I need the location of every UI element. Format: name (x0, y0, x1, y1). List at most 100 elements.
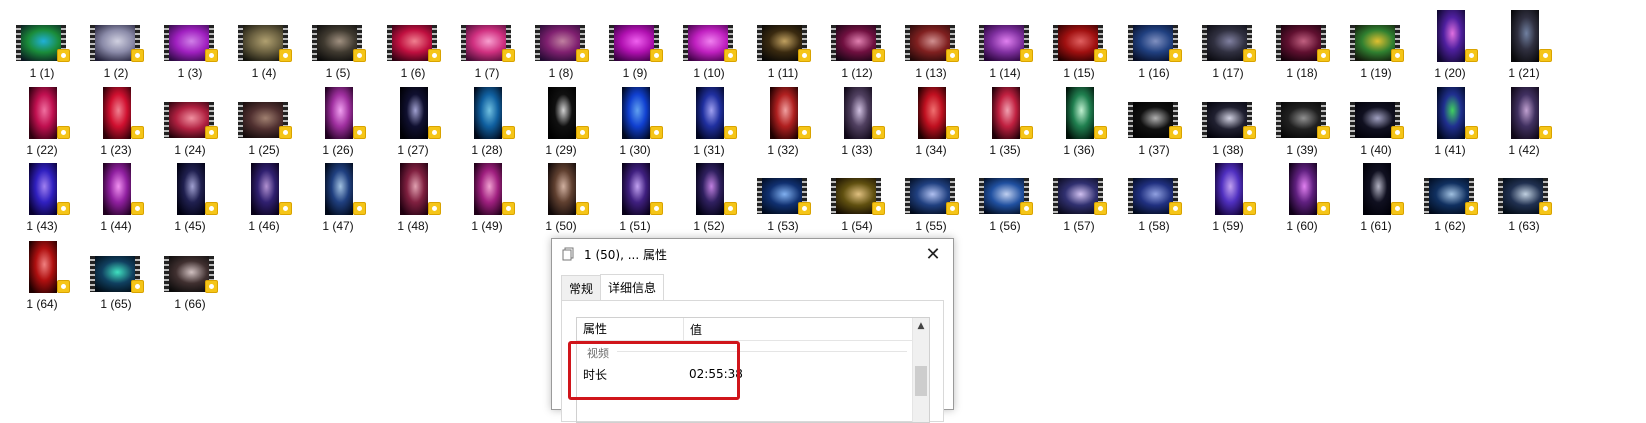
video-thumbnail (1066, 87, 1094, 139)
file-item[interactable]: 1 (41) (1420, 82, 1480, 162)
file-item[interactable]: 1 (30) (605, 82, 665, 162)
file-item[interactable]: 1 (52) (679, 158, 739, 238)
file-item[interactable]: 1 (50) (531, 158, 591, 238)
file-item[interactable]: 1 (23) (86, 82, 146, 162)
file-item[interactable]: 1 (47) (308, 158, 368, 238)
file-item[interactable]: 1 (40) (1346, 82, 1406, 162)
file-item[interactable]: 1 (43) (12, 158, 72, 238)
file-item[interactable]: 1 (25) (234, 82, 294, 162)
player-app-icon (946, 126, 959, 139)
file-item[interactable]: 1 (49) (457, 158, 517, 238)
film-strip-icon (831, 25, 836, 61)
player-app-icon (428, 49, 441, 62)
file-item[interactable]: 1 (34) (901, 82, 961, 162)
film-strip-icon (312, 25, 317, 61)
column-header-property[interactable]: 属性 (577, 318, 684, 340)
file-item[interactable]: 1 (1) (12, 5, 72, 85)
dialog-titlebar[interactable]: 1 (50), ... 属性 ✕ (552, 239, 953, 269)
file-item[interactable]: 1 (6) (383, 5, 443, 85)
file-name-label: 1 (41) (1434, 143, 1466, 157)
file-item[interactable]: 1 (63) (1494, 158, 1554, 238)
file-name-label: 1 (24) (174, 143, 206, 157)
file-name-label: 1 (34) (915, 143, 947, 157)
file-item[interactable]: 1 (18) (1272, 5, 1332, 85)
file-name-label: 1 (21) (1508, 66, 1540, 80)
file-name-label: 1 (43) (26, 219, 58, 233)
file-item[interactable]: 1 (26) (308, 82, 368, 162)
file-item[interactable]: 1 (15) (1049, 5, 1109, 85)
player-app-icon (353, 202, 366, 215)
file-item[interactable]: 1 (58) (1124, 158, 1184, 238)
file-item[interactable]: 1 (60) (1272, 158, 1332, 238)
file-item[interactable]: 1 (51) (605, 158, 665, 238)
video-file-icon (160, 158, 220, 216)
file-item[interactable]: 1 (64) (12, 236, 72, 316)
file-name-label: 1 (44) (100, 219, 132, 233)
file-item[interactable]: 1 (57) (1049, 158, 1109, 238)
column-header-value[interactable]: 值 (684, 321, 702, 338)
video-thumbnail (29, 241, 57, 293)
file-item[interactable]: 1 (12) (827, 5, 887, 85)
file-item[interactable]: 1 (46) (234, 158, 294, 238)
file-item[interactable]: 1 (14) (975, 5, 1035, 85)
scroll-thumb[interactable] (915, 366, 927, 396)
file-item[interactable]: 1 (22) (12, 82, 72, 162)
file-item[interactable]: 1 (2) (86, 5, 146, 85)
file-item[interactable]: 1 (56) (975, 158, 1035, 238)
file-item[interactable]: 1 (16) (1124, 5, 1184, 85)
file-item[interactable]: 1 (33) (827, 82, 887, 162)
file-item[interactable]: 1 (31) (679, 82, 739, 162)
file-item[interactable]: 1 (13) (901, 5, 961, 85)
file-item[interactable]: 1 (19) (1346, 5, 1406, 85)
scroll-up-arrow-icon[interactable]: ▲ (913, 318, 929, 334)
file-item[interactable]: 1 (59) (1198, 158, 1258, 238)
file-name-label: 1 (58) (1138, 219, 1170, 233)
video-file-icon (1124, 5, 1184, 63)
file-item[interactable]: 1 (45) (160, 158, 220, 238)
file-item[interactable]: 1 (39) (1272, 82, 1332, 162)
file-item[interactable]: 1 (8) (531, 5, 591, 85)
file-item[interactable]: 1 (61) (1346, 158, 1406, 238)
video-file-icon (383, 5, 443, 63)
file-item[interactable]: 1 (38) (1198, 82, 1258, 162)
file-item[interactable]: 1 (44) (86, 158, 146, 238)
file-item[interactable]: 1 (7) (457, 5, 517, 85)
file-item[interactable]: 1 (5) (308, 5, 368, 85)
file-item[interactable]: 1 (10) (679, 5, 739, 85)
file-item[interactable]: 1 (32) (753, 82, 813, 162)
file-item[interactable]: 1 (4) (234, 5, 294, 85)
video-thumbnail (622, 87, 650, 139)
file-item[interactable]: 1 (62) (1420, 158, 1480, 238)
vertical-scrollbar[interactable]: ▲ (912, 318, 929, 422)
file-item[interactable]: 1 (20) (1420, 5, 1480, 85)
file-item[interactable]: 1 (3) (160, 5, 220, 85)
file-item[interactable]: 1 (28) (457, 82, 517, 162)
file-item[interactable]: 1 (11) (753, 5, 813, 85)
file-item[interactable]: 1 (24) (160, 82, 220, 162)
file-item[interactable]: 1 (66) (160, 236, 220, 316)
file-item[interactable]: 1 (65) (86, 236, 146, 316)
file-item[interactable]: 1 (37) (1124, 82, 1184, 162)
file-item[interactable]: 1 (27) (383, 82, 443, 162)
file-name-label: 1 (17) (1212, 66, 1244, 80)
file-item[interactable]: 1 (35) (975, 82, 1035, 162)
file-item[interactable]: 1 (21) (1494, 5, 1554, 85)
file-item[interactable]: 1 (53) (753, 158, 813, 238)
tab-general[interactable]: 常规 (561, 275, 602, 303)
file-item[interactable]: 1 (17) (1198, 5, 1258, 85)
file-item[interactable]: 1 (29) (531, 82, 591, 162)
file-item[interactable]: 1 (54) (827, 158, 887, 238)
tab-details[interactable]: 详细信息 (600, 274, 665, 302)
file-item[interactable]: 1 (48) (383, 158, 443, 238)
file-item[interactable]: 1 (9) (605, 5, 665, 85)
file-item[interactable]: 1 (36) (1049, 82, 1109, 162)
file-item[interactable]: 1 (55) (901, 158, 961, 238)
video-thumbnail (325, 163, 353, 215)
close-button[interactable]: ✕ (913, 239, 953, 269)
file-item[interactable]: 1 (42) (1494, 82, 1554, 162)
property-list[interactable]: 属性 值 视频 时长 02:55:38 ▲ (576, 317, 930, 423)
film-strip-icon (1424, 178, 1429, 214)
film-strip-icon (90, 25, 95, 61)
property-row-duration[interactable]: 时长 02:55:38 (577, 364, 907, 384)
player-app-icon (1539, 202, 1552, 215)
